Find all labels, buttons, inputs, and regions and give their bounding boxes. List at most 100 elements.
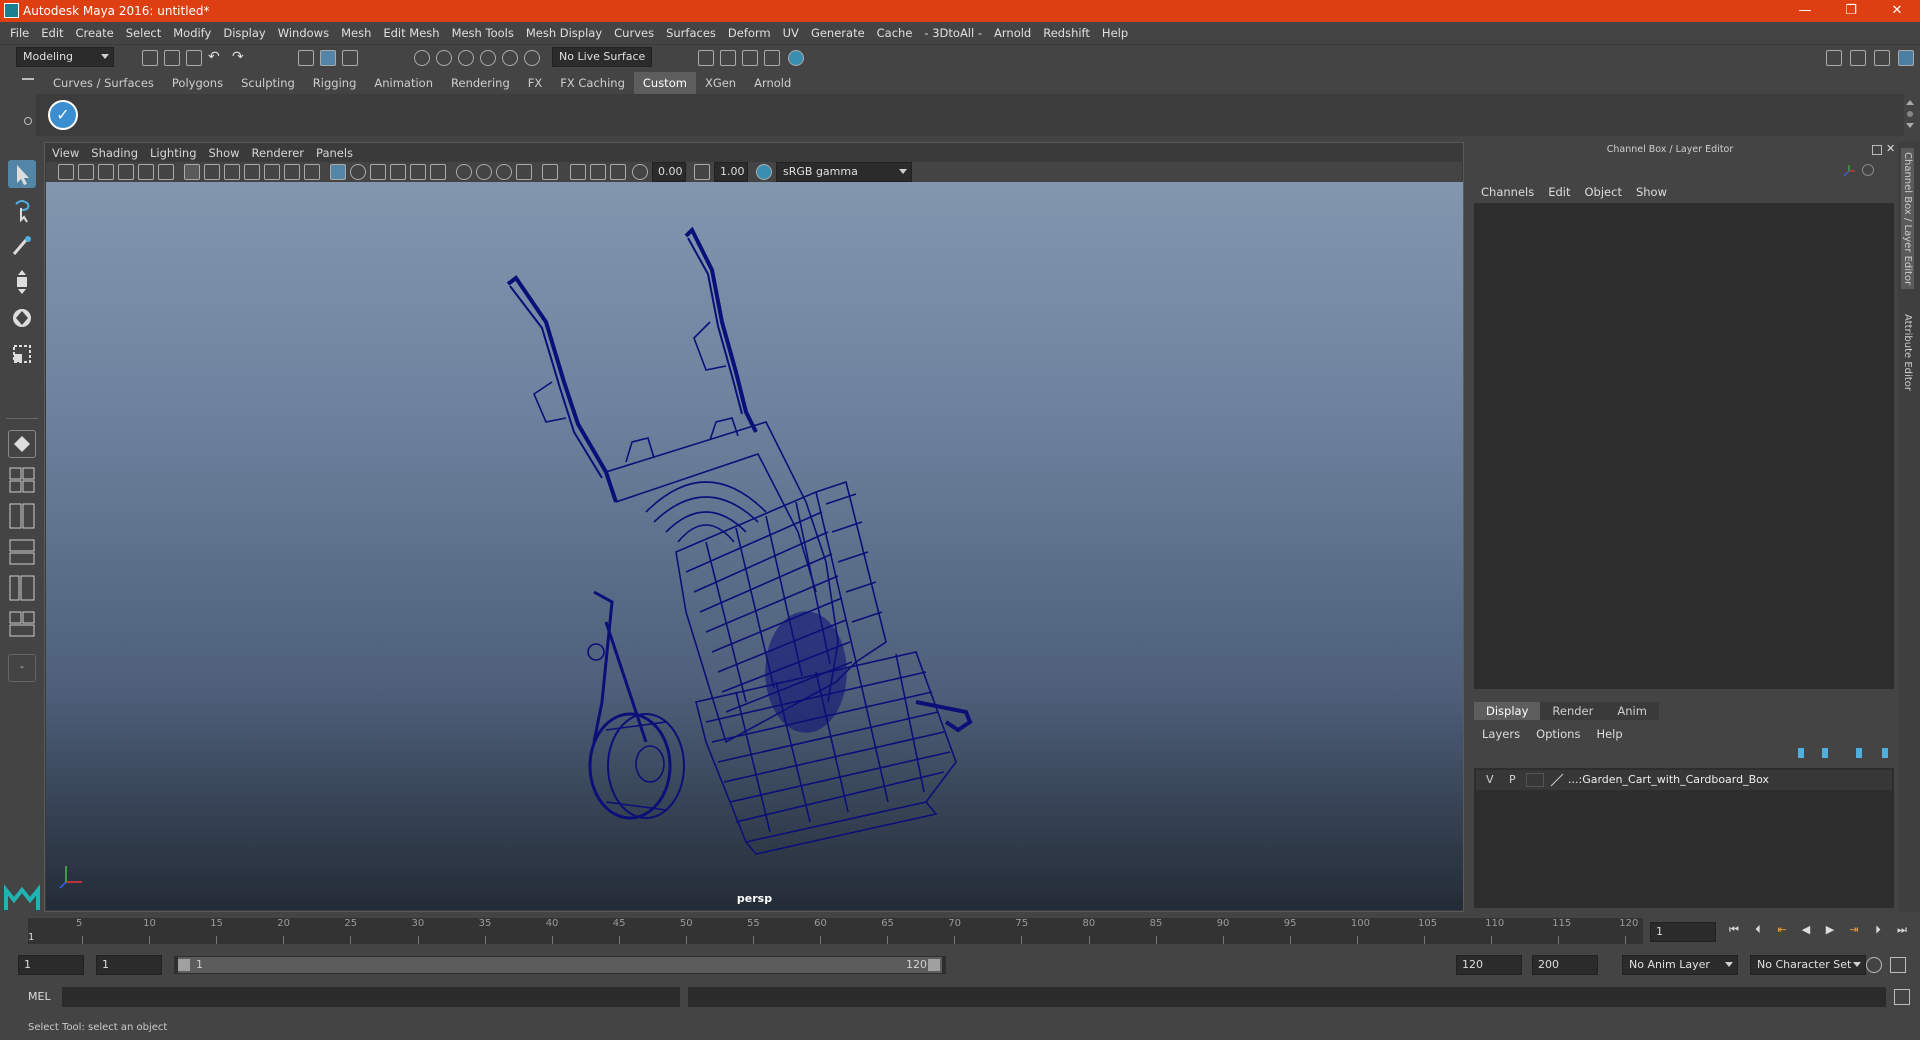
side-tab-channel-box[interactable]: Channel Box / Layer Editor (1901, 148, 1914, 290)
xray-icon[interactable] (390, 164, 406, 180)
layer-row[interactable]: V P ...:Garden_Cart_with_Cardboard_Box (1476, 770, 1892, 790)
shelf-tab-polygons[interactable]: Polygons (163, 72, 232, 94)
menu-edit[interactable]: Edit (35, 22, 69, 44)
shelf-tab-fx-caching[interactable]: FX Caching (551, 72, 634, 94)
options-menu[interactable]: Options (1528, 725, 1588, 743)
close-panel-icon[interactable]: ✕ (1886, 142, 1895, 155)
ipr-render-icon[interactable] (742, 50, 758, 66)
command-input[interactable] (62, 987, 680, 1007)
time-slider-track[interactable]: 1 5 10 15 20 25 30 35 40 45 50 55 60 65 70 75 80 85 90 95 1… (28, 918, 1643, 944)
menu-deform[interactable]: Deform (722, 22, 777, 44)
close-button[interactable]: ✕ (1874, 0, 1920, 22)
select-object-icon[interactable] (320, 50, 336, 66)
scale-tool-icon[interactable] (8, 340, 36, 368)
play-forwards-icon[interactable]: ▶ (1822, 922, 1838, 938)
select-component-icon[interactable] (342, 50, 358, 66)
snap-surface-icon[interactable] (524, 50, 540, 66)
range-slider[interactable]: 1 120 (174, 956, 946, 974)
step-back-frame-icon[interactable]: ⏴ (1750, 922, 1766, 938)
menu-mesh[interactable]: Mesh (335, 22, 377, 44)
menu-select[interactable]: Select (120, 22, 167, 44)
minimize-button[interactable]: — (1782, 0, 1828, 22)
side-by-side-layout-icon[interactable] (8, 502, 36, 530)
camera-attributes-icon[interactable] (78, 164, 94, 180)
menu-help[interactable]: Help (1096, 22, 1134, 44)
ambient-occlusion-icon[interactable] (476, 164, 492, 180)
single-perspective-layout-icon[interactable] (8, 430, 36, 458)
resolution-gate-icon[interactable] (224, 164, 240, 180)
3d-viewport[interactable]: persp (46, 182, 1463, 910)
redo-icon[interactable]: ↷ (232, 49, 244, 65)
menu-redshift[interactable]: Redshift (1037, 22, 1096, 44)
live-surface-field[interactable]: No Live Surface (552, 47, 652, 67)
shelf-tab-animation[interactable]: Animation (365, 72, 442, 94)
menu-arnold[interactable]: Arnold (988, 22, 1037, 44)
save-scene-icon[interactable] (186, 50, 202, 66)
persp-graph-layout-icon[interactable] (8, 538, 36, 566)
menu-surfaces[interactable]: Surfaces (660, 22, 722, 44)
move-layer-down-icon[interactable] (1822, 748, 1836, 758)
isolate-select-icon[interactable] (542, 164, 558, 180)
viewport-menu-view[interactable]: View (46, 144, 85, 162)
wireframe-on-shaded-icon[interactable] (370, 164, 386, 180)
tab-display[interactable]: Display (1474, 702, 1541, 720)
new-scene-icon[interactable] (142, 50, 158, 66)
play-backwards-icon[interactable]: ◀ (1798, 922, 1814, 938)
exposure-icon[interactable] (632, 164, 648, 180)
image-plane-icon[interactable] (118, 164, 134, 180)
snap-point-icon[interactable] (458, 50, 474, 66)
step-back-key-icon[interactable]: ⇤ (1774, 922, 1790, 938)
step-forward-frame-icon[interactable]: ⏵ (1870, 922, 1886, 938)
shelf-tab-custom[interactable]: Custom (633, 72, 696, 94)
checkmark-shelf-icon[interactable]: ✓ (48, 100, 78, 130)
menu-display[interactable]: Display (217, 22, 271, 44)
outliner-persp-layout-icon[interactable] (8, 610, 36, 638)
float-panel-icon[interactable] (1872, 145, 1882, 155)
layout-icon[interactable] (1850, 50, 1866, 66)
animation-end-field[interactable]: 200 (1532, 955, 1598, 975)
script-editor-icon[interactable] (1894, 989, 1910, 1005)
snap-view-plane-icon[interactable] (480, 50, 496, 66)
safe-title-icon[interactable] (304, 164, 320, 180)
tab-render[interactable]: Render (1540, 702, 1606, 720)
shelf-tab-rigging[interactable]: Rigging (304, 72, 366, 94)
cb-object-menu[interactable]: Object (1578, 183, 1629, 201)
speed-icon[interactable] (1862, 164, 1874, 176)
channel-box-toggle-icon[interactable] (1898, 50, 1914, 66)
cb-show-menu[interactable]: Show (1629, 183, 1674, 201)
menu-3dtoall[interactable]: - 3DtoAll - (918, 22, 988, 44)
layer-playback-toggle[interactable]: P (1509, 773, 1516, 786)
backface-culling-icon[interactable] (610, 164, 626, 180)
render-settings-icon[interactable] (764, 50, 780, 66)
shelf-tab-arnold[interactable]: Arnold (745, 72, 800, 94)
go-to-end-icon[interactable]: ⏭ (1894, 922, 1910, 938)
bookmark-icon[interactable] (98, 164, 114, 180)
viewport-menu-renderer[interactable]: Renderer (246, 144, 311, 162)
go-to-start-icon[interactable]: ⏮ (1726, 922, 1742, 938)
menu-set-dropdown[interactable]: Modeling (16, 47, 114, 67)
view-transform-dropdown[interactable]: sRGB gamma (776, 162, 912, 182)
viewport-menu-panels[interactable]: Panels (310, 144, 359, 162)
layers-menu[interactable]: Layers (1474, 725, 1528, 743)
color-management-icon[interactable] (756, 164, 772, 180)
anti-aliasing-icon[interactable] (516, 164, 532, 180)
gate-mask-icon[interactable] (244, 164, 260, 180)
menu-mesh-tools[interactable]: Mesh Tools (446, 22, 520, 44)
gamma-field[interactable]: 1.00 (714, 162, 748, 182)
lights-icon[interactable] (430, 164, 446, 180)
new-empty-layer-icon[interactable] (1848, 748, 1862, 758)
step-forward-key-icon[interactable]: ⇥ (1846, 922, 1862, 938)
attribute-editor-toggle-icon[interactable] (1874, 50, 1890, 66)
menu-file[interactable]: File (4, 22, 35, 44)
more-layouts-icon[interactable]: - (8, 654, 36, 682)
render-current-frame-icon[interactable] (720, 50, 736, 66)
film-gate-icon[interactable] (204, 164, 220, 180)
shelf-menu-icon[interactable] (22, 78, 34, 80)
paint-select-tool-icon[interactable] (8, 232, 36, 260)
viewport-menu-shading[interactable]: Shading (85, 144, 144, 162)
menu-uv[interactable]: UV (777, 22, 805, 44)
xray-joints-icon[interactable] (570, 164, 586, 180)
shelf-tab-rendering[interactable]: Rendering (442, 72, 519, 94)
select-tool-icon[interactable] (8, 160, 36, 188)
shelf-tab-curves-surfaces[interactable]: Curves / Surfaces (44, 72, 163, 94)
